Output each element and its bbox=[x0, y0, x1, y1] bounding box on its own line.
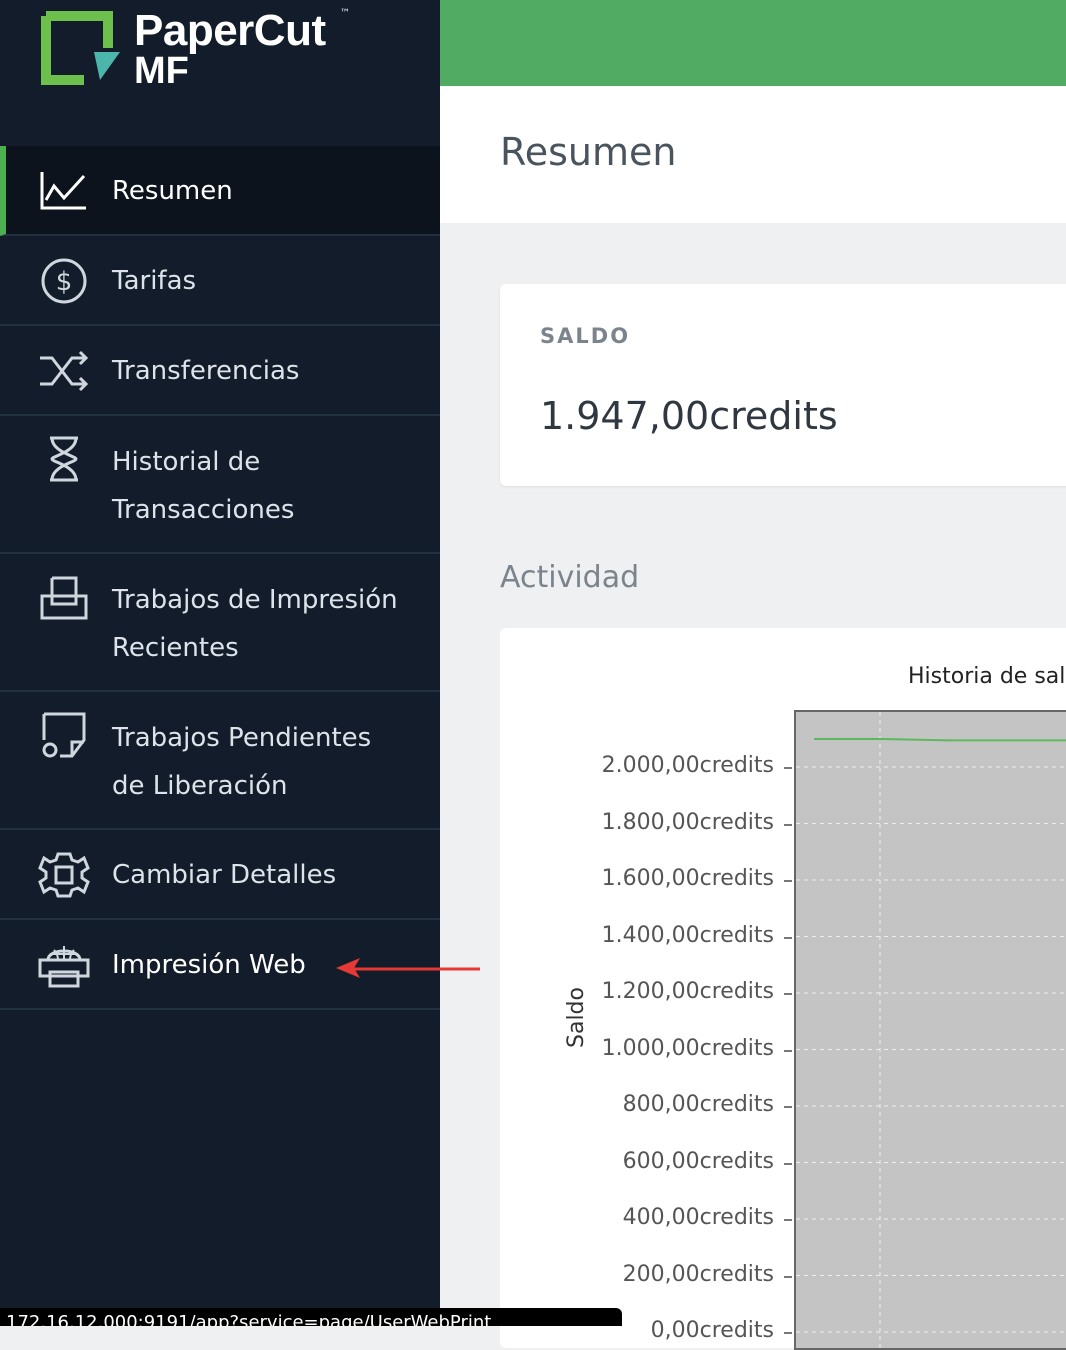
chart-series-line bbox=[814, 738, 1066, 742]
chart-y-tick-label: 2.000,00credits bbox=[601, 753, 774, 778]
sidebar-item-label: Tarifas bbox=[112, 266, 197, 296]
balance-label: SALDO bbox=[540, 324, 631, 348]
hourglass-icon bbox=[50, 436, 78, 482]
balance-history-chart: Historia de sal Saldo 2.000,00credits 1.8… bbox=[500, 628, 1066, 1350]
chart-y-tick-mark bbox=[784, 823, 792, 826]
chart-y-tick-label: 400,00credits bbox=[622, 1205, 774, 1230]
sidebar-item-cambiar-detalles[interactable]: Cambiar Detalles bbox=[0, 830, 440, 920]
chart-y-tick-mark bbox=[784, 1332, 792, 1334]
balance-value: 1.947,00credits bbox=[540, 394, 838, 438]
chart-y-tick-mark bbox=[784, 880, 792, 882]
sidebar-item-label-line2: Recientes bbox=[112, 633, 239, 663]
chart-y-tick-mark bbox=[784, 936, 792, 939]
chart-y-tick-label: 1.800,00credits bbox=[601, 809, 774, 835]
sidebar-item-label-line2: de Liberación bbox=[112, 771, 288, 801]
chart-y-tick-label: 1.400,00credits bbox=[601, 922, 774, 948]
chart-y-tick-label: 800,00credits bbox=[622, 1092, 774, 1117]
chart-y-tick-label: 1.600,00credits bbox=[601, 866, 774, 891]
pending-job-icon bbox=[42, 712, 86, 758]
sidebar-item-label-line1: Trabajos Pendientes bbox=[112, 723, 372, 753]
page-header: Resumen bbox=[440, 86, 1066, 223]
papercut-logo-icon bbox=[41, 11, 120, 85]
papercut-logo[interactable]: PaperCut ™ MF bbox=[38, 6, 368, 96]
dollar-circle-icon: $ bbox=[41, 258, 87, 304]
sidebar-item-resumen[interactable]: Resumen bbox=[0, 146, 440, 236]
sidebar-item-label-line1: Historial de bbox=[112, 447, 261, 477]
balance-card: SALDO 1.947,00credits bbox=[500, 284, 1066, 486]
logo-text-mf: MF bbox=[134, 50, 189, 92]
sidebar-item-trabajos-pendientes[interactable]: Trabajos Pendientes de Liberación bbox=[0, 692, 440, 830]
chart-y-tick-mark bbox=[784, 1275, 792, 1278]
shuffle-icon bbox=[40, 350, 89, 392]
sidebar-item-label-line1: Trabajos de Impresión bbox=[112, 585, 398, 615]
chart-y-tick-label: 200,00credits bbox=[622, 1261, 774, 1287]
sidebar-item-label: Transferencias bbox=[112, 356, 300, 386]
svg-text:$: $ bbox=[56, 267, 73, 297]
chart-y-tick-label: 1.000,00credits bbox=[601, 1035, 774, 1061]
top-bar bbox=[440, 0, 1066, 86]
sidebar-item-label-line2: Transacciones bbox=[112, 495, 295, 525]
chart-y-tick-mark bbox=[784, 767, 792, 769]
chart-y-tick-mark bbox=[784, 1162, 792, 1165]
sidebar-item-historial[interactable]: Historial de Transacciones bbox=[0, 416, 440, 554]
sidebar-nav: Resumen $ Tarifas Transferencias Histori… bbox=[0, 146, 440, 1010]
red-arrow-annotation bbox=[336, 958, 480, 978]
logo-trademark: ™ bbox=[340, 8, 350, 19]
printer-tray-icon bbox=[40, 576, 88, 620]
chart-plot-svg bbox=[796, 712, 1066, 1348]
chart-plot-area bbox=[794, 710, 1066, 1350]
sidebar-item-transferencias[interactable]: Transferencias bbox=[0, 326, 440, 416]
chart-title: Historia de sal bbox=[908, 664, 1066, 689]
activity-title: Actividad bbox=[500, 560, 640, 595]
page-title: Resumen bbox=[500, 130, 677, 174]
browser-status-bar: 172.16.12.000:9191/app?service=page/User… bbox=[0, 1308, 622, 1326]
sidebar-item-trabajos-recientes[interactable]: Trabajos de Impresión Recientes bbox=[0, 554, 440, 692]
chart-y-tick-mark bbox=[784, 993, 792, 995]
web-printer-icon bbox=[38, 946, 90, 988]
sidebar-item-label: Resumen bbox=[112, 176, 233, 206]
sidebar-item-tarifas[interactable]: $ Tarifas bbox=[0, 236, 440, 326]
chart-y-tick-mark bbox=[784, 1049, 792, 1052]
chart-y-tick-mark bbox=[784, 1219, 792, 1221]
sidebar-item-label: Impresión Web bbox=[112, 950, 306, 980]
sidebar-item-label: Cambiar Detalles bbox=[112, 860, 337, 890]
logo-text-papercut: PaperCut bbox=[134, 6, 326, 55]
gear-icon bbox=[38, 852, 90, 898]
chart-y-tick-mark bbox=[784, 1106, 792, 1108]
status-url: 172.16.12.000:9191/app?service=page/User… bbox=[6, 1312, 492, 1326]
sidebar: PaperCut ™ MF Resumen $ Tarifas Transfer… bbox=[0, 0, 440, 1326]
chart-line-icon bbox=[40, 172, 86, 210]
chart-y-tick-label: 600,00credits bbox=[622, 1148, 774, 1174]
chart-y-tick-label: 1.200,00credits bbox=[601, 979, 774, 1004]
